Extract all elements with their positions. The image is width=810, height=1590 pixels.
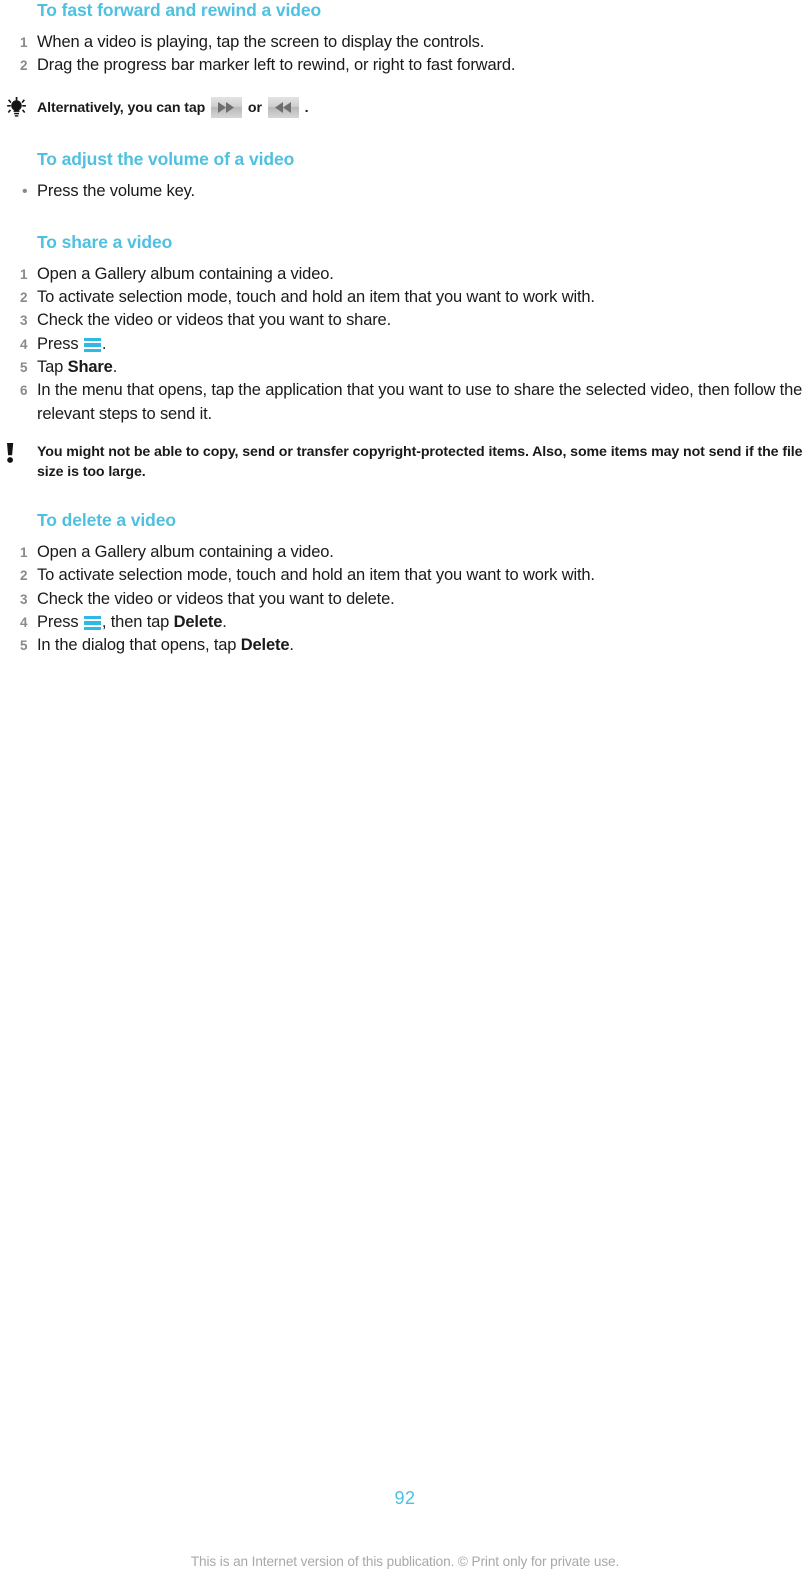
step-bold-term: Delete — [240, 636, 290, 655]
menu-icon[interactable] — [83, 614, 101, 632]
step-text: Open a Gallery album containing a video. — [37, 542, 334, 561]
step-item: 2 To activate selection mode, touch and … — [0, 286, 810, 309]
page-number: 92 — [394, 1488, 416, 1508]
fast-forward-icon[interactable] — [211, 96, 243, 118]
step-number: 4 — [20, 614, 28, 630]
steps-delete-video: 1 Open a Gallery album containing a vide… — [0, 541, 810, 657]
step-item: 4 Press , then tap Delete. — [0, 611, 810, 634]
step-number: 6 — [20, 383, 28, 399]
step-item: 2 Drag the progress bar marker left to r… — [0, 54, 810, 77]
warning-text: You might not be able to copy, send or t… — [37, 443, 803, 480]
step-text: When a video is playing, tap the screen … — [37, 33, 485, 51]
tip-text-after: . — [304, 99, 309, 116]
step-text: To activate selection mode, touch and ho… — [37, 288, 595, 307]
step-item: 6 In the menu that opens, tap the applic… — [0, 379, 810, 426]
step-number: 3 — [20, 591, 28, 607]
step-text-after: . — [101, 334, 107, 353]
step-item: 4 Press . — [0, 333, 810, 356]
section-heading-delete-video: To delete a video — [37, 509, 176, 530]
exclamation-icon — [2, 442, 32, 464]
step-text-before: In the dialog that opens, tap — [37, 636, 237, 655]
step-item: 5 Tap Share. — [0, 356, 810, 379]
rewind-icon[interactable] — [267, 96, 299, 118]
step-number: 1 — [20, 266, 28, 282]
lightbulb-icon — [2, 96, 32, 119]
menu-icon[interactable] — [83, 336, 101, 354]
step-text-before: Tap — [37, 358, 64, 377]
step-text: To activate selection mode, touch and ho… — [37, 566, 595, 585]
steps-fast-forward: 1 When a video is playing, tap the scree… — [0, 31, 810, 78]
step-bold-term: Delete — [173, 612, 223, 631]
section-heading-fast-forward: To fast forward and rewind a video — [37, 0, 322, 20]
step-bold-term: Share — [67, 358, 113, 377]
step-text: Open a Gallery album containing a video. — [37, 264, 334, 283]
step-text: Check the video or videos that you want … — [37, 589, 395, 608]
bullet-marker: • — [22, 182, 28, 200]
step-text-after: . — [289, 636, 294, 655]
footer-note: This is an Internet version of this publ… — [190, 1554, 620, 1569]
step-number: 2 — [20, 58, 28, 74]
step-number: 5 — [20, 360, 28, 376]
tip-text-before: Alternatively, you can tap — [37, 99, 206, 116]
step-text-mid: , then tap — [101, 612, 170, 631]
step-number: 2 — [20, 290, 28, 306]
step-number: 5 — [20, 638, 28, 654]
section-heading-adjust-volume: To adjust the volume of a video — [37, 148, 295, 169]
step-text-after: . — [112, 358, 118, 377]
list-item: • Press the volume key. — [0, 180, 810, 203]
step-item: 2 To activate selection mode, touch and … — [0, 564, 810, 587]
step-number: 3 — [20, 313, 28, 329]
steps-adjust-volume: • Press the volume key. — [0, 180, 810, 203]
step-text: Drag the progress bar marker left to rew… — [37, 56, 516, 75]
steps-share-video: 1 Open a Gallery album containing a vide… — [0, 263, 810, 426]
warning-block: You might not be able to copy, send or t… — [0, 442, 810, 482]
tip-text-middle: or — [247, 99, 262, 116]
step-item: 3 Check the video or videos that you wan… — [0, 588, 810, 611]
step-item: 3 Check the video or videos that you wan… — [0, 309, 810, 332]
step-text-before: Press — [37, 612, 79, 631]
step-number: 1 — [20, 35, 28, 50]
step-number: 4 — [20, 336, 28, 352]
tip-block: Alternatively, you can tap or . — [0, 96, 810, 119]
step-text-before: Press — [37, 334, 79, 353]
step-number: 2 — [20, 568, 28, 584]
document-page: To fast forward and rewind a video 1 Whe… — [0, 0, 810, 1590]
step-text: Check the video or videos that you want … — [37, 311, 392, 330]
step-item: 5 In the dialog that opens, tap Delete. — [0, 634, 810, 657]
section-heading-share-video: To share a video — [37, 231, 173, 252]
step-text-after: . — [222, 612, 227, 631]
step-item: 1 Open a Gallery album containing a vide… — [0, 263, 810, 286]
step-item: 1 When a video is playing, tap the scree… — [0, 31, 810, 54]
page-content: To fast forward and rewind a video 1 Whe… — [0, 0, 810, 657]
step-number: 1 — [20, 544, 28, 560]
step-text: Press the volume key. — [37, 181, 195, 200]
step-text: In the menu that opens, tap the applicat… — [37, 381, 803, 423]
step-item: 1 Open a Gallery album containing a vide… — [0, 541, 810, 564]
